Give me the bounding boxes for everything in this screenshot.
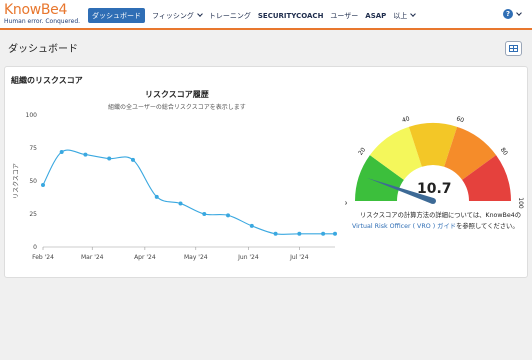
top-navigation-bar: KnowBe4 Human error. Conquered. ダッシュボード フ… [0, 0, 532, 30]
data-point[interactable] [333, 231, 337, 236]
x-tick-label: May '24 [184, 254, 208, 261]
nav-item-label: ASAP [365, 11, 387, 20]
nav-item-0[interactable]: ダッシュボード [88, 8, 145, 23]
knowbe4-logo[interactable]: KnowBe4 Human error. Conquered. [4, 3, 86, 27]
gauge-tick-label: 40 [401, 115, 411, 124]
nav-item-label: 以上 [393, 11, 408, 20]
data-point[interactable] [41, 182, 45, 187]
nav-item-6[interactable]: 以上 [393, 8, 417, 23]
gauge-tick-label: 60 [455, 115, 465, 124]
nav-item-5[interactable]: ASAP [365, 8, 386, 23]
gauge-tick-label: 100 [517, 197, 524, 209]
data-point[interactable] [130, 157, 135, 162]
help-chevron-down-icon[interactable] [516, 10, 522, 16]
main-nav: ダッシュボード フィッシング トレーニング SECURITYCOACH ユーザー ASAP… [88, 8, 422, 23]
nav-item-label: トレーニング [208, 11, 251, 20]
y-axis-label: リスクスコア [13, 163, 20, 199]
gauge-tick-label: 20 [357, 146, 367, 156]
gauge-note-suffix: を参照してください。 [456, 223, 519, 230]
gauge-note: リスクスコアの計算方法の詳細については、KnowBe4の [360, 212, 522, 219]
x-tick-label: Apr '24 [134, 254, 156, 261]
gauge-note-line2: Virtual Risk Officer ( VRO ) ガイドを参照してくださ… [352, 221, 519, 230]
x-tick-label: Jul '24 [289, 254, 309, 261]
series-line [42, 149, 335, 235]
nav-item-4[interactable]: ユーザー [330, 8, 358, 23]
data-point[interactable] [226, 213, 231, 218]
nav-item-label: ユーザー [330, 11, 359, 20]
nav-item-3[interactable]: SECURITYCOACH [258, 8, 324, 23]
nav-item-1[interactable]: フィッシング [152, 8, 203, 23]
x-tick-label: Jun '24 [237, 254, 259, 261]
data-point[interactable] [59, 149, 64, 154]
y-tick-label: 75 [29, 145, 37, 152]
nav-item-label: フィッシング [152, 11, 194, 20]
risk-score-history-chart: 0 25 50 75 100 リスクスコア Feb '24 Mar '24 Apr '24 May… [13, 112, 337, 261]
layout-grid-icon [509, 45, 518, 52]
data-point[interactable] [178, 201, 183, 206]
data-point[interactable] [154, 194, 159, 199]
nav-item-label: ダッシュボード [92, 11, 141, 20]
gauge-tick-label: 80 [499, 146, 509, 156]
data-point[interactable] [83, 152, 88, 157]
gauge-tick-label: 0 [345, 201, 349, 205]
help-icon[interactable]: ? [503, 9, 513, 19]
y-tick-label: 25 [29, 211, 37, 218]
gauge-value: 10.7 [417, 181, 452, 197]
chevron-down-icon [197, 11, 203, 17]
nav-item-2[interactable]: トレーニング [209, 8, 251, 23]
layout-toggle-button[interactable] [505, 41, 522, 56]
logo-text: KnowBe4 [4, 2, 68, 18]
card-title: 組織のリスクスコア [11, 76, 83, 85]
chevron-down-icon [410, 11, 417, 17]
risk-score-card: 組織のリスクスコア リスクスコア履歴 組織の全ユーザーの総合リスクスコアを表示し… [4, 66, 528, 278]
y-tick-label: 100 [26, 112, 38, 119]
data-point[interactable] [249, 223, 254, 228]
y-tick-label: 50 [29, 178, 37, 185]
logo-tagline: Human error. Conquered. [4, 18, 81, 25]
y-tick-label: 0 [33, 244, 37, 251]
data-point[interactable] [297, 231, 302, 236]
data-point[interactable] [321, 231, 326, 236]
data-point[interactable] [202, 212, 207, 216]
chart-title: リスクスコア履歴 [145, 90, 209, 99]
data-point[interactable] [273, 231, 278, 236]
data-point[interactable] [107, 156, 112, 161]
nav-item-label: SECURITYCOACH [257, 11, 324, 20]
vro-guide-link[interactable]: Virtual Risk Officer ( VRO ) ガイド [352, 223, 456, 230]
gauge-needle-hub [430, 198, 436, 204]
x-tick-label: Feb '24 [32, 254, 54, 261]
x-tick-label: Mar '24 [81, 254, 104, 261]
page-title: ダッシュボード [8, 44, 78, 55]
